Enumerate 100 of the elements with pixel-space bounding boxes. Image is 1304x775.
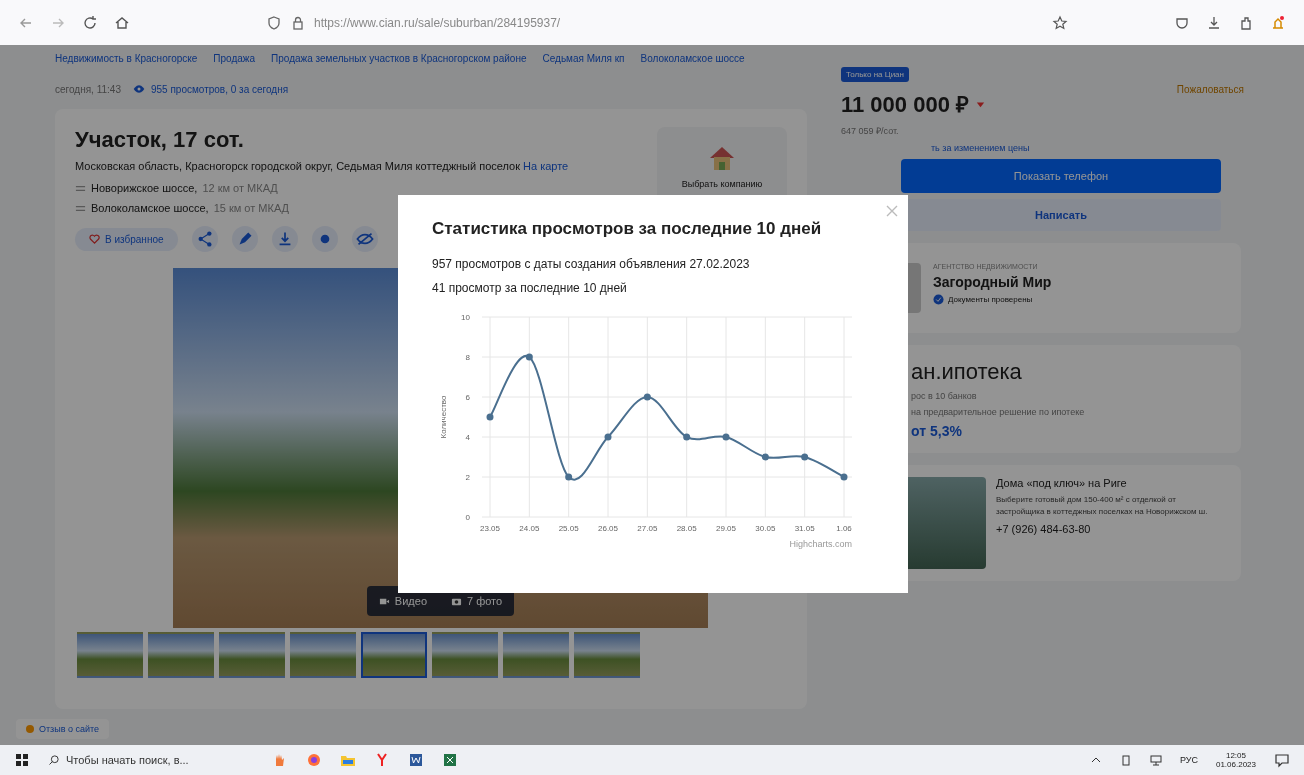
views-summary: 41 просмотр за последние 10 дней <box>432 281 628 295</box>
agency-name: Загородный Мир <box>933 274 1052 290</box>
ad-title: Дома «под ключ» на Риге <box>996 477 1128 489</box>
check-icon <box>933 294 944 305</box>
x-tick-label: 27.05 <box>637 524 658 533</box>
price-watch-link[interactable]: ть за изменением цены <box>841 143 1221 153</box>
highway-name: Новорижское шоссе, <box>91 182 198 195</box>
exclusive-badge: Только на Циан <box>841 67 909 82</box>
x-tick-label: 26.05 <box>598 524 618 533</box>
photo-thumbnail[interactable] <box>574 632 640 679</box>
lock-icon <box>290 14 306 31</box>
data-point <box>683 433 691 441</box>
feedback-button[interactable]: Отзыв о сайте <box>16 719 110 739</box>
price-per-area: 647 059 ₽/сот. <box>841 124 1221 137</box>
download-icon[interactable] <box>271 226 298 253</box>
breadcrumb-link[interactable]: Продажа <box>213 52 256 64</box>
breadcrumb-link[interactable]: Седьмая Миля кп <box>542 52 625 64</box>
search-icon <box>48 754 60 766</box>
breadcrumb-link[interactable]: Волоколамское шоссе <box>640 52 745 64</box>
heart-icon <box>89 233 100 245</box>
address-bar[interactable]: https://www.cian.ru/sale/suburban/284195937/ <box>266 7 1068 38</box>
map-link[interactable]: На карте <box>523 160 569 172</box>
y-tick-label: 10 <box>461 313 470 322</box>
download-icon[interactable] <box>1206 14 1222 31</box>
photo-thumbnail[interactable] <box>361 632 427 679</box>
hidden-eye-icon[interactable] <box>351 226 378 253</box>
modal-overlay[interactable] <box>0 45 1304 745</box>
data-point <box>565 473 573 481</box>
clock-date[interactable]: 01.06.2023 <box>1215 760 1256 769</box>
language-indicator[interactable]: РУС <box>1179 755 1198 765</box>
mortgage-text: рос в 10 банков <box>911 391 978 401</box>
breadcrumb-link[interactable]: Продажа земельных участков в Красногорском районе <box>271 52 527 64</box>
show-phone-button[interactable]: Показать телефон <box>901 159 1221 193</box>
highway-name: Волоколамское шоссе, <box>91 202 209 215</box>
views-link[interactable]: 955 просмотров, 0 за сегодня <box>150 83 289 95</box>
x-tick-label: 31.05 <box>794 524 815 533</box>
photo-thumbnail[interactable] <box>503 632 569 679</box>
x-tick-label: 30.05 <box>755 524 776 533</box>
highway-distance: 12 км от МКАД <box>202 182 278 195</box>
x-tick-label: 23.05 <box>480 524 500 533</box>
breadcrumb-link[interactable]: Недвижимость в Красногорске <box>55 52 198 64</box>
dialog-title: Статистика просмотров за последние 10 дней <box>432 219 823 239</box>
taskbar-search-field[interactable]: Чтобы начать поиск, в... <box>48 752 288 768</box>
pencil-icon[interactable] <box>231 226 258 253</box>
clock-time[interactable]: 12:05 <box>1225 751 1246 760</box>
data-point <box>486 413 494 421</box>
data-point <box>840 473 848 481</box>
x-tick-label: 24.05 <box>519 524 540 533</box>
y-tick-label: 4 <box>465 433 470 442</box>
extensions-icon[interactable] <box>1238 14 1254 31</box>
url-text: https://www.cian.ru/sale/suburban/284195937/ <box>314 15 562 30</box>
battery-icon[interactable] <box>1119 754 1132 766</box>
verified-text: Документы проверены <box>948 295 1033 304</box>
y-tick-label: 6 <box>465 393 470 402</box>
y-axis-label: Количество <box>439 395 448 439</box>
notification-icon[interactable] <box>1270 14 1286 31</box>
data-point <box>604 433 612 441</box>
publish-time: сегодня, 11:43 <box>55 83 121 95</box>
y-tick-label: 8 <box>465 353 470 362</box>
price-text: 11 000 000 ₽ <box>841 91 969 118</box>
x-tick-label: 25.05 <box>558 524 579 533</box>
data-point <box>722 433 730 441</box>
data-point <box>525 353 533 361</box>
x-tick-label: 28.05 <box>676 524 697 533</box>
shield-icon <box>266 14 282 31</box>
mortgage-rate: от 5,3% <box>911 423 963 439</box>
network-icon[interactable] <box>1149 754 1162 766</box>
views-summary: 957 просмотров с даты создания объявления 27.02.2023 <box>432 257 751 271</box>
photo-thumbnail[interactable] <box>290 632 356 679</box>
favorite-button[interactable]: В избранное <box>75 227 178 251</box>
photo-thumbnail[interactable] <box>148 632 214 679</box>
photo-thumbnail[interactable] <box>219 632 285 679</box>
eye-icon <box>132 83 145 95</box>
notification-icon[interactable] <box>1274 752 1290 768</box>
y-tick-label: 0 <box>465 513 470 522</box>
mortgage-brand: ан.ипотека <box>911 359 1023 385</box>
browser-icon[interactable] <box>306 752 322 768</box>
photo-thumbnail[interactable] <box>432 632 498 679</box>
document-icon[interactable] <box>408 752 424 768</box>
data-point <box>801 453 809 461</box>
x-tick-label: 1.06 <box>836 524 852 533</box>
listing-title: Участок, 17 сот. <box>75 127 245 153</box>
complaint-link[interactable]: Пожаловаться <box>1176 83 1244 95</box>
photo-thumbnail[interactable] <box>77 632 143 679</box>
reload-icon[interactable] <box>82 14 98 31</box>
y-letter-icon[interactable] <box>374 752 390 768</box>
ad-text: Выберите готовый дом 150-400 м² с отделкой от застройщика в коттеджных поселках на Новорижском ш. <box>996 494 1209 518</box>
share-icon[interactable] <box>191 226 218 253</box>
windows-icon[interactable] <box>14 752 30 768</box>
data-point <box>643 393 651 401</box>
star-icon[interactable] <box>1052 14 1068 31</box>
mortgage-text: на предварительное решение по ипотеке <box>911 407 1086 417</box>
address-text: Московская область, Красногорск городской округ, Седьмая Миля коттеджный поселок На карте <box>75 159 570 174</box>
x-tick-label: 29.05 <box>716 524 736 533</box>
ad-phone: +7 (926) 484-63-80 <box>996 523 1092 535</box>
data-point <box>761 453 769 461</box>
y-tick-label: 2 <box>465 473 470 482</box>
spreadsheet-icon[interactable] <box>442 752 458 768</box>
home-icon[interactable] <box>114 14 130 31</box>
highway-distance: 15 км от МКАД <box>213 202 290 215</box>
